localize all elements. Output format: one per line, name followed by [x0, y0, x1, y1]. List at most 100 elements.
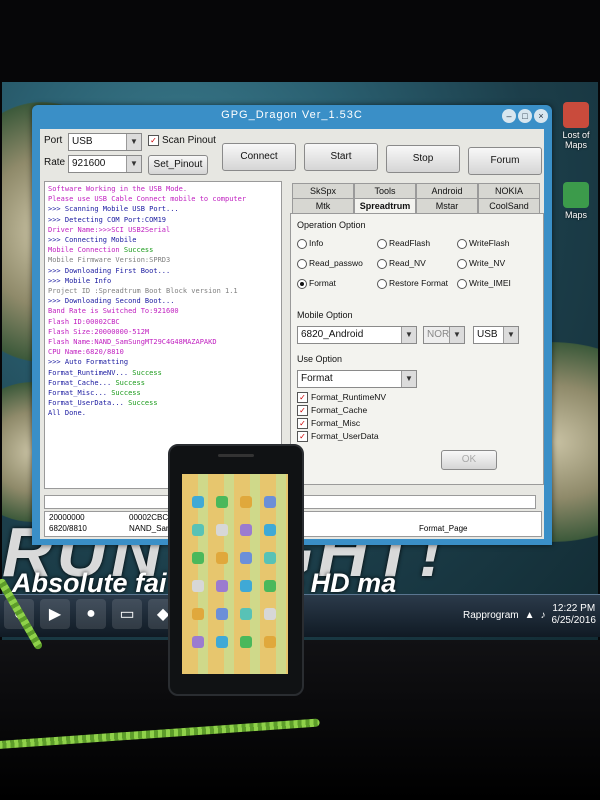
flash-type-select[interactable]: NOR ▼ [423, 326, 465, 344]
media-player-icon[interactable]: ▶ [40, 599, 70, 629]
checkbox-checked-icon: ✓ [297, 418, 308, 430]
volume-icon[interactable]: ♪ [541, 610, 546, 621]
log-line: All Done. [48, 409, 86, 418]
ok-button[interactable]: OK [441, 450, 497, 470]
log-line: Format_Cache... Success [48, 378, 145, 387]
desktop-icon-label: Maps [564, 210, 587, 220]
scan-pinout-label: Scan Pinout [162, 135, 216, 147]
phone-app-icon [264, 496, 276, 508]
folder-icon[interactable]: ▭ [112, 599, 142, 629]
checkbox-format-misc[interactable]: ✓ Format_Misc [297, 418, 360, 430]
phone-app-icon [216, 608, 228, 620]
tab-mstar[interactable]: Mstar [416, 198, 478, 213]
port-value: USB [72, 136, 93, 147]
phone-app-icon [240, 580, 252, 592]
window-title: GPG_Dragon Ver_1.53C [221, 109, 363, 121]
use-mode-select[interactable]: Format ▼ [297, 370, 417, 388]
maximize-icon[interactable]: □ [518, 109, 532, 123]
checkbox-format-runtimenv[interactable]: ✓ Format_RuntimeNV [297, 392, 386, 404]
tab-coolsand[interactable]: CoolSand [478, 198, 540, 213]
connect-button[interactable]: Connect [222, 143, 296, 171]
radio-write-nv[interactable]: Write_NV [457, 258, 505, 269]
minimize-icon[interactable]: – [502, 109, 516, 123]
desktop-icon-label: Lost of Maps [562, 130, 590, 150]
phone-app-icon [216, 552, 228, 564]
checkbox-checked-icon: ✓ [297, 392, 308, 404]
log-line: Please use USB Cable Connect mobile to c… [48, 195, 247, 204]
desktop-icon-maps[interactable]: Lost of Maps [554, 102, 598, 150]
checkbox-checked-icon: ✓ [297, 431, 308, 443]
tab-spreadtrum[interactable]: Spreadtrum [354, 198, 416, 213]
phone-app-icon [192, 580, 204, 592]
log-line: Flash Size:20000000-512M [48, 327, 150, 336]
phone-app-icon [240, 496, 252, 508]
phone-app-icon [216, 580, 228, 592]
port-select[interactable]: USB ▼ [68, 133, 142, 151]
log-line: Project ID :Spreadtrum Boot Block versio… [48, 287, 238, 296]
checkbox-format-cache[interactable]: ✓ Format_Cache [297, 405, 367, 417]
clock-date: 6/25/2016 [551, 615, 597, 626]
radio-info[interactable]: Info [297, 238, 323, 249]
tab-android[interactable]: Android [416, 183, 478, 198]
log-line: Software Working in the USB Mode. [48, 185, 188, 193]
status-flash-size: 20000000 [49, 513, 85, 522]
radio-icon [297, 238, 307, 249]
phone-app-icon [192, 552, 204, 564]
radio-restore-format[interactable]: Restore Format [377, 278, 448, 289]
log-line: >>> Scanning Mobile USB Port... [48, 205, 179, 214]
network-icon[interactable]: ▲ [525, 610, 535, 621]
use-mode-value: Format [301, 373, 333, 384]
stop-button[interactable]: Stop [386, 145, 460, 173]
log-line: Flash ID:00002CBC [48, 317, 120, 326]
radio-icon [457, 258, 467, 269]
phone-app-icon [264, 552, 276, 564]
title-bar[interactable]: GPG_Dragon Ver_1.53C – □ × [32, 105, 552, 127]
rate-value: 921600 [72, 158, 106, 169]
mobile-port-select[interactable]: USB ▼ [473, 326, 519, 344]
map-icon [563, 182, 589, 208]
rate-select[interactable]: 921600 ▼ [68, 155, 142, 173]
set-pinout-button[interactable]: Set_Pinout [148, 155, 208, 175]
status-flash-id: 00002CBC [129, 513, 169, 522]
log-line: >>> Downloading Second Boot... [48, 297, 175, 306]
system-tray: Rapprogram ▲ ♪ 12:22 PM 6/25/2016 [463, 598, 596, 632]
rate-label: Rate [44, 157, 66, 168]
log-line: Mobile Connection Success [48, 246, 154, 255]
port-label: Port [44, 135, 63, 146]
phone-app-icon [192, 608, 204, 620]
radio-write-imei[interactable]: Write_IMEI [457, 278, 511, 289]
radio-writeflash[interactable]: WriteFlash [457, 238, 509, 249]
clock[interactable]: 12:22 PM 6/25/2016 [552, 603, 597, 627]
phone-app-icon [192, 524, 204, 536]
radio-read-nv[interactable]: Read_NV [377, 258, 426, 269]
tab-tools[interactable]: Tools [354, 183, 416, 198]
radio-format[interactable]: Format [297, 278, 336, 289]
phone-app-icon [264, 608, 276, 620]
log-output[interactable]: Software Working in the USB Mode. Please … [44, 181, 282, 489]
phone-app-icon [192, 496, 204, 508]
scan-pinout-checkbox[interactable]: ✓ Scan Pinout [148, 135, 216, 146]
radio-icon [377, 238, 387, 249]
phone-app-icon [192, 636, 204, 648]
mobile-model-select[interactable]: 6820_Android ▼ [297, 326, 417, 344]
forum-button[interactable]: Forum [468, 147, 542, 175]
chevron-down-icon: ▼ [401, 371, 416, 387]
operation-option-title: Operation Option [297, 220, 366, 230]
phone-screen [182, 474, 288, 674]
desktop-icon-maps-2[interactable]: Maps [554, 182, 598, 220]
phone-app-icon [264, 636, 276, 648]
log-line: >>> Mobile Info [48, 276, 112, 285]
radio-readflash[interactable]: ReadFlash [377, 238, 430, 249]
log-line: Format_Misc... Success [48, 389, 141, 398]
tab-mtk[interactable]: Mtk [292, 198, 354, 213]
checkbox-checked-icon: ✓ [297, 405, 308, 417]
checkbox-format-userdata[interactable]: ✓ Format_UserData [297, 431, 379, 443]
tab-nokia[interactable]: NOKIA [478, 183, 540, 198]
start-button[interactable]: Start [304, 143, 378, 171]
tab-skspx[interactable]: SkSpx [292, 183, 354, 198]
chrome-icon[interactable]: ● [76, 599, 106, 629]
radio-icon [457, 278, 467, 289]
radio-read-passwo[interactable]: Read_passwo [297, 258, 363, 269]
log-line: Format_RuntimeNV... Success [48, 368, 162, 377]
close-icon[interactable]: × [534, 109, 548, 123]
